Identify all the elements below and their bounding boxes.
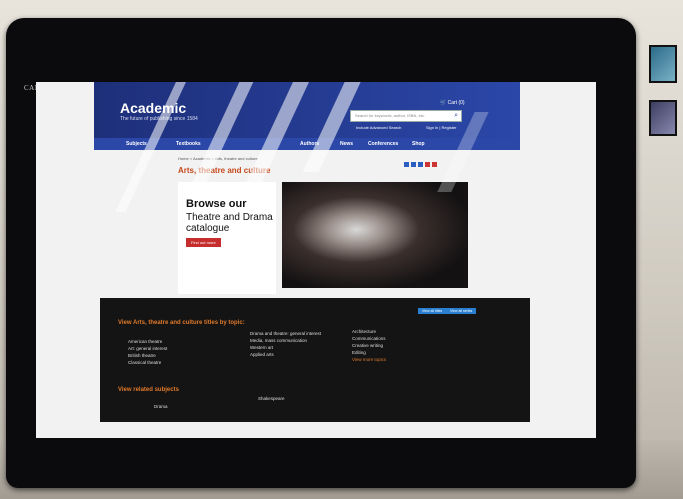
nav-shop[interactable]: Shop [412,141,425,147]
topic-link[interactable]: Art: general interest [128,345,167,352]
signin-link[interactable]: Sign in | Register [426,125,456,130]
topic-link[interactable]: Applied arts [250,351,274,358]
topic-link[interactable]: American theatre [128,338,162,345]
cart-icon: 🛒 [440,100,447,106]
search-input[interactable]: Search for keywords, author, ISBN, etc. … [350,110,462,122]
view-all-titles-button[interactable]: View all titles [418,308,447,314]
topic-link[interactable]: Architecture [352,328,376,335]
hero-subheading: Theatre and Drama catalogue [186,212,273,234]
wall-poster [649,100,677,136]
topic-link[interactable]: Western art [250,344,273,351]
topic-link[interactable]: Classical theatre [128,359,161,366]
related-subjects-title: View related subjects [118,387,179,393]
social-share[interactable] [404,162,437,167]
related-subject-link[interactable]: Shakespeare [258,396,285,401]
cart-label: Cart (0) [447,100,465,106]
hero-promo: Browse our Theatre and Drama catalogue F… [178,182,276,294]
advanced-search-checkbox[interactable]: Include Advanced Search [356,125,401,130]
share-icon[interactable] [432,162,437,167]
search-icon[interactable]: ⌕ [454,112,458,120]
hero-heading: Browse our [186,198,247,210]
linkedin-icon[interactable] [418,162,423,167]
nav-subjects[interactable]: Subjects [126,141,147,147]
find-out-more-button[interactable]: Find out more [186,238,221,247]
topic-link[interactable]: Creative writing [352,342,383,349]
topic-link[interactable]: British theatre [128,352,156,359]
facebook-icon[interactable] [404,162,409,167]
topics-title: View Arts, theatre and culture titles by… [118,320,245,326]
topic-link[interactable]: Communications [352,335,386,342]
photo-scene: CAMBRIDGE Academic The future of publish… [0,0,683,499]
related-subject-link[interactable]: Drama [154,404,168,409]
topic-link[interactable]: Drama and theatre: general interest [250,330,321,337]
view-more-topics-link[interactable]: View more topics [352,356,386,363]
wall-poster [649,45,677,83]
nav-conferences[interactable]: Conferences [368,141,398,147]
twitter-icon[interactable] [411,162,416,167]
search-placeholder: Search for keywords, author, ISBN, etc. [355,113,426,118]
view-all-series-button[interactable]: View all series [446,308,477,314]
cart-link[interactable]: 🛒 Cart (0) [440,100,465,106]
hero-image [282,182,468,288]
topic-link[interactable]: Editing [352,349,366,356]
email-icon[interactable] [425,162,430,167]
nav-news[interactable]: News [340,141,353,147]
browser-screen: Academic The future of publishing since … [36,82,596,438]
nav-textbooks[interactable]: Textbooks [176,141,201,147]
topic-link[interactable]: Media, mass communication [250,337,307,344]
